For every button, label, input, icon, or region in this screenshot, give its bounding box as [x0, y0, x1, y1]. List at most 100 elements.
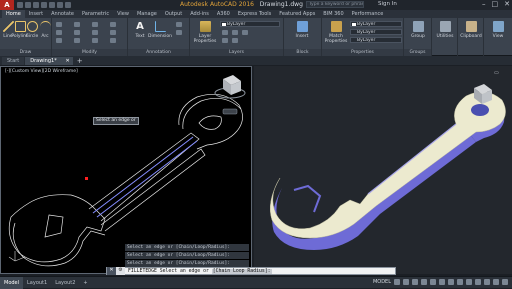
ortho-icon[interactable]	[412, 279, 418, 285]
ribbon-tab-output[interactable]: Output	[161, 10, 186, 18]
ribbon-tab-insert[interactable]: Insert	[25, 10, 47, 18]
saveas-icon[interactable]	[41, 2, 47, 8]
color-dropdown[interactable]: ByLayer	[350, 21, 402, 27]
ribbon-tab-bim-360[interactable]: BIM 360	[319, 10, 347, 18]
search-input[interactable]: Type a keyword or phrase	[306, 1, 364, 8]
scale-icon[interactable]	[74, 38, 80, 43]
ribbon-tab-home[interactable]: Home	[2, 10, 25, 18]
group-label[interactable]: Modify	[52, 49, 127, 56]
command-prompt: FILLETEDGE Select an edge or	[128, 268, 209, 274]
linetype-dropdown[interactable]: ByLayer	[350, 29, 402, 35]
utilities-tool[interactable]: Utilities	[437, 21, 453, 39]
group-label[interactable]: Properties	[322, 49, 403, 56]
new-icon[interactable]	[17, 2, 23, 8]
annotation-scale-icon[interactable]	[457, 279, 463, 285]
snap-icon[interactable]	[403, 279, 409, 285]
ribbon-tab-express-tools[interactable]: Express Tools	[234, 10, 275, 18]
isolate-icon[interactable]	[475, 279, 481, 285]
minimize-icon[interactable]: –	[482, 0, 486, 8]
ribbon-tab-view[interactable]: View	[113, 10, 133, 18]
ribbon-tab-annotate[interactable]: Annotate	[47, 10, 78, 18]
polar-icon[interactable]	[421, 279, 427, 285]
otrack-icon[interactable]	[439, 279, 445, 285]
group-label[interactable]: Layers	[190, 49, 283, 56]
clipboard-tool[interactable]: Clipboard	[460, 21, 482, 39]
copy-icon[interactable]	[56, 30, 62, 35]
dimension-tool[interactable]: Dimension	[148, 21, 172, 39]
layer-isolate-icon[interactable]	[232, 38, 238, 43]
lineweight-dropdown[interactable]: ByLayer	[350, 37, 402, 43]
text-tool[interactable]: A Text	[132, 21, 148, 39]
array-icon[interactable]	[92, 38, 98, 43]
redo-icon[interactable]	[65, 2, 71, 8]
explode-icon[interactable]	[110, 30, 116, 35]
maximize-icon[interactable]: □	[492, 0, 499, 8]
layer-dropdown[interactable]: ByLayer	[220, 21, 280, 27]
command-input[interactable]: FILLETEDGE Select an edge or [Chain Loop…	[125, 268, 272, 274]
sign-in-button[interactable]: Sign In	[378, 1, 397, 7]
viewport-controls[interactable]: [-][Custom View][2D Wireframe]	[5, 69, 78, 74]
layout-tab-model[interactable]: Model	[0, 276, 24, 289]
save-icon[interactable]	[33, 2, 39, 8]
erase-icon[interactable]	[110, 22, 116, 27]
command-line[interactable]: ✕ ⚙ FILLETEDGE Select an edge or [Chain …	[106, 267, 396, 275]
match-properties-tool[interactable]: Match Properties	[324, 21, 348, 44]
hardware-acceleration-icon[interactable]	[484, 279, 490, 285]
table-icon[interactable]	[176, 30, 182, 35]
file-tab-start[interactable]: Start	[2, 57, 25, 65]
layer-match-icon[interactable]	[222, 38, 228, 43]
customization-icon[interactable]	[502, 279, 508, 285]
mirror-icon[interactable]	[74, 30, 80, 35]
osnap-icon[interactable]	[430, 279, 436, 285]
view-tool[interactable]: View	[490, 21, 506, 39]
offset-icon[interactable]	[110, 38, 116, 43]
open-icon[interactable]	[25, 2, 31, 8]
ribbon-tab-performance[interactable]: Performance	[348, 10, 388, 18]
file-tab-drawing1[interactable]: Drawing1* ✕	[25, 57, 73, 65]
clipboard-icon	[465, 21, 477, 32]
arc-tool[interactable]: Arc	[37, 21, 53, 39]
layer-freeze-icon[interactable]	[222, 30, 228, 35]
ribbon-tab-featured-apps[interactable]: Featured Apps	[275, 10, 319, 18]
grid-icon[interactable]	[394, 279, 400, 285]
ribbon-tab-parametric[interactable]: Parametric	[78, 10, 113, 18]
workspace-icon[interactable]	[466, 279, 472, 285]
close-icon[interactable]: ✕	[504, 0, 510, 8]
layer-lock-icon[interactable]	[232, 30, 238, 35]
stretch-icon[interactable]	[56, 38, 62, 43]
lineweight-icon[interactable]	[448, 279, 454, 285]
layout-tab-layout2[interactable]: Layout2	[51, 277, 79, 289]
insert-tool[interactable]: Insert	[294, 21, 310, 39]
ribbon-tab-a360[interactable]: A360	[213, 10, 234, 18]
layer-properties-tool[interactable]: Layer Properties	[192, 21, 218, 44]
viewport-shaded[interactable]: ▭	[254, 66, 512, 274]
layer-off-icon[interactable]	[242, 30, 248, 35]
ribbon-tab-add-ins[interactable]: Add-ins	[186, 10, 213, 18]
group-label[interactable]: Block	[284, 49, 321, 56]
group-tool[interactable]: Group	[410, 21, 426, 39]
group-label[interactable]: Groups	[404, 49, 431, 56]
wcs-menu[interactable]	[222, 108, 238, 115]
group-label[interactable]: Annotation	[128, 49, 189, 56]
plot-icon[interactable]	[49, 2, 55, 8]
undo-icon[interactable]	[57, 2, 63, 8]
group-label[interactable]: Draw	[0, 49, 51, 56]
add-layout-icon[interactable]: +	[79, 277, 91, 289]
leader-icon[interactable]	[176, 22, 182, 27]
move-icon[interactable]	[56, 22, 62, 27]
viewport-wireframe[interactable]: [-][Custom View][2D Wireframe]	[0, 66, 252, 274]
clean-screen-icon[interactable]	[493, 279, 499, 285]
trim-icon[interactable]	[92, 22, 98, 27]
viewport-maximize-icon[interactable]: ▭	[494, 70, 499, 76]
rotate-icon[interactable]	[74, 22, 80, 27]
ribbon-tab-manage[interactable]: Manage	[133, 10, 161, 18]
layout-tab-layout1[interactable]: Layout1	[23, 277, 51, 289]
model-space-toggle[interactable]: MODEL	[373, 279, 391, 285]
customize-command-icon[interactable]: ⚙	[116, 267, 125, 275]
close-command-icon[interactable]: ✕	[107, 267, 116, 275]
new-tab-icon[interactable]: +	[74, 57, 86, 65]
command-options[interactable]: [Chain Loop Radius]:	[211, 268, 272, 274]
application-menu-button[interactable]: A	[0, 0, 14, 10]
close-tab-icon[interactable]: ✕	[66, 57, 70, 65]
fillet-icon[interactable]	[92, 30, 98, 35]
